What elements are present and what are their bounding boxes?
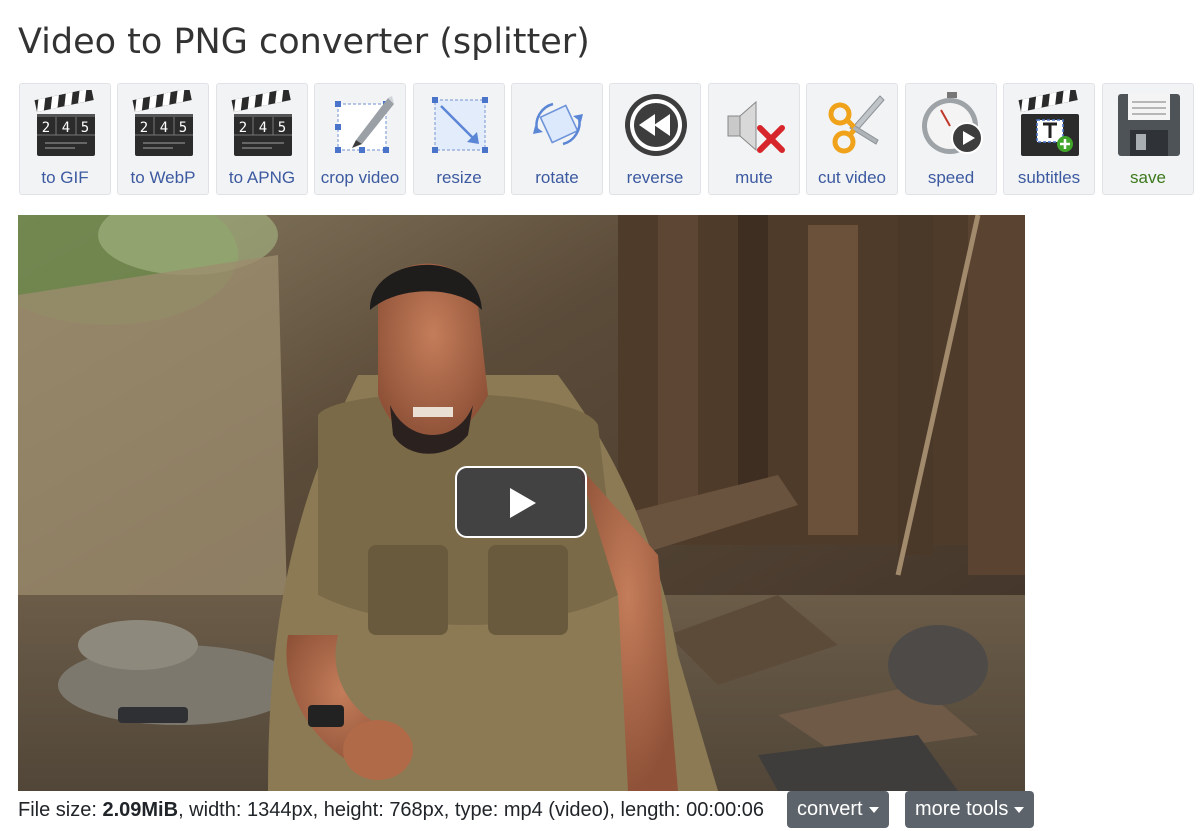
to-webp-button[interactable]: 2 4 5 to WebP	[117, 83, 209, 195]
caret-down-icon	[1014, 806, 1025, 813]
mute-speaker-icon	[720, 90, 790, 160]
clapperboard-icon: 2 4 5	[228, 90, 298, 160]
video-player[interactable]	[18, 215, 1025, 791]
clapper-digit: 2	[42, 120, 50, 136]
mute-button[interactable]: mute	[708, 83, 800, 195]
play-button[interactable]	[455, 466, 587, 538]
rotate-button[interactable]: rotate	[511, 83, 603, 195]
resize-button[interactable]: resize	[413, 83, 505, 195]
more-tools-dropdown-button[interactable]: more tools	[905, 791, 1035, 828]
reverse-label: reverse	[626, 168, 684, 187]
clapper-digit: 2	[239, 120, 247, 136]
clapper-digit: 4	[160, 120, 168, 136]
crop-video-label: crop video	[320, 168, 400, 187]
subtitles-clapperboard-icon	[1015, 90, 1085, 160]
file-size-value: 2.09MiB	[102, 799, 179, 821]
rotate-icon	[523, 90, 593, 160]
clapper-digit: 4	[62, 120, 70, 136]
clapperboard-icon: 2 4 5	[31, 90, 101, 160]
file-size-label: File size:	[18, 799, 103, 821]
clapperboard-icon: 2 4 5	[129, 90, 199, 160]
clapper-digit: 4	[259, 120, 267, 136]
convert-dropdown-button[interactable]: convert	[787, 791, 889, 828]
clapper-digit: 2	[140, 120, 148, 136]
clapper-digit: 5	[278, 120, 286, 136]
convert-label: convert	[797, 798, 863, 820]
reverse-button[interactable]: reverse	[609, 83, 701, 195]
crop-video-button[interactable]: crop video	[314, 83, 406, 195]
more-tools-label: more tools	[915, 798, 1009, 820]
file-info-bar: File size: 2.09MiB, width: 1344px, heigh…	[18, 791, 1198, 829]
clapper-digit: 5	[81, 120, 89, 136]
scissors-icon	[818, 90, 888, 160]
page-title: Video to PNG converter (splitter)	[18, 22, 590, 62]
crop-icon	[326, 90, 396, 160]
stopwatch-icon	[917, 90, 987, 160]
file-details: , width: 1344px, height: 768px, type: mp…	[178, 799, 764, 821]
save-label: save	[1130, 168, 1166, 187]
file-info-text: File size: 2.09MiB, width: 1344px, heigh…	[18, 799, 764, 822]
rotate-label: rotate	[535, 168, 579, 187]
tool-toolbar: 2 4 5 to GIF 2 4 5 to WebP 2 4 5 to APNG…	[19, 83, 1200, 197]
cut-video-button[interactable]: cut video	[806, 83, 898, 195]
subtitles-label: subtitles	[1017, 168, 1081, 187]
floppy-disk-icon	[1114, 90, 1184, 160]
cut-video-label: cut video	[817, 168, 887, 187]
save-button[interactable]: save	[1102, 83, 1194, 195]
speed-label: speed	[927, 168, 975, 187]
rewind-icon	[621, 90, 691, 160]
to-webp-label: to WebP	[130, 168, 196, 187]
to-apng-button[interactable]: 2 4 5 to APNG	[216, 83, 308, 195]
to-apng-label: to APNG	[228, 168, 296, 187]
to-gif-button[interactable]: 2 4 5 to GIF	[19, 83, 111, 195]
mute-label: mute	[735, 168, 773, 187]
subtitles-button[interactable]: subtitles	[1003, 83, 1095, 195]
caret-down-icon	[868, 806, 879, 813]
to-gif-label: to GIF	[41, 168, 89, 187]
resize-icon	[425, 90, 495, 160]
clapper-digit: 5	[179, 120, 187, 136]
play-icon	[510, 488, 536, 518]
resize-label: resize	[436, 168, 482, 187]
speed-button[interactable]: speed	[905, 83, 997, 195]
